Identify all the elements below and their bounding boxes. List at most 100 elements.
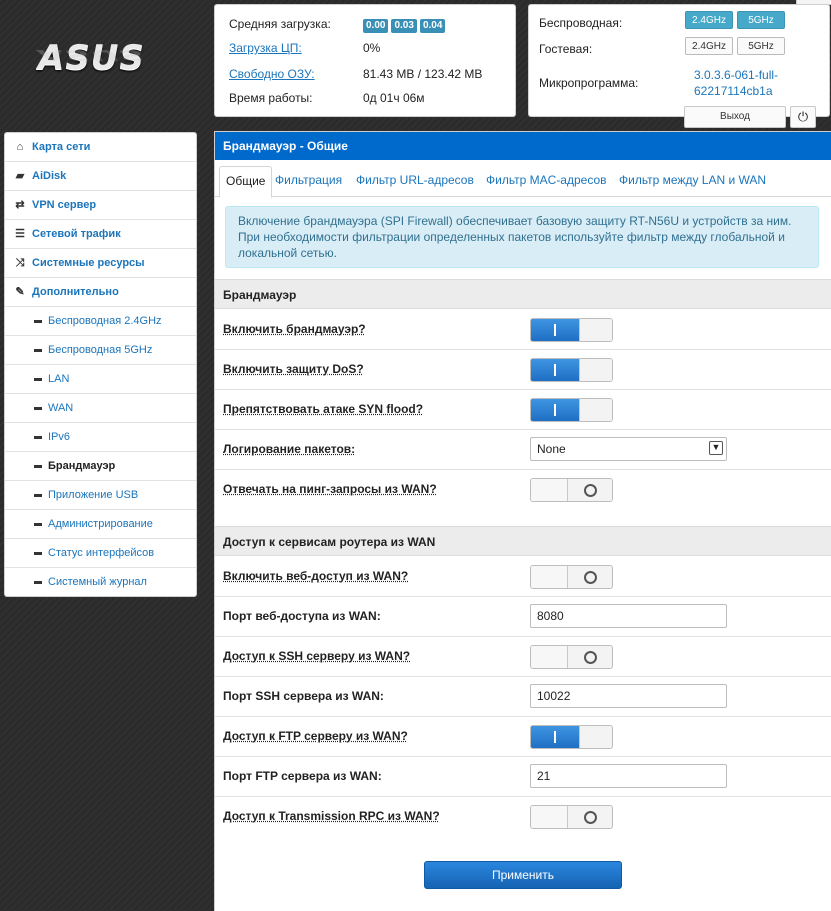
enable-firewall-toggle[interactable]	[530, 318, 613, 342]
shuffle-icon: ⤨	[15, 257, 25, 269]
guest-24ghz-button[interactable]: 2.4GHz	[685, 37, 733, 55]
sidebar-subitem-iface-status[interactable]: Статус интерфейсов	[5, 539, 196, 568]
free-ram-link[interactable]: Свободно ОЗУ:	[229, 63, 349, 85]
sidebar-subitem-wan[interactable]: WAN	[5, 394, 196, 423]
web-access-toggle[interactable]	[530, 565, 613, 589]
tab-lan-wan-filter[interactable]: Фильтр между LAN и WAN	[619, 166, 766, 195]
ftp-access-toggle[interactable]	[530, 725, 613, 749]
tab-bar: Общие Фильтрация Фильтр URL-адресов Филь…	[215, 160, 831, 198]
free-ram-value: 81.43 MB / 123.42 MB	[363, 67, 483, 81]
power-icon[interactable]: ⏻	[790, 106, 816, 128]
sidebar-subitem-wireless-24[interactable]: Беспроводная 2.4GHz	[5, 307, 196, 336]
ssh-access-label: Доступ к SSH серверу из WAN?	[223, 649, 411, 663]
sidebar-item-label: Карта сети	[32, 141, 91, 153]
row-syn-flood: Препятствовать атаке SYN flood?	[215, 390, 831, 430]
ping-wan-toggle[interactable]	[530, 478, 613, 502]
vpn-icon: ⇄	[15, 199, 25, 211]
sidebar-item-label: LAN	[48, 373, 70, 385]
sidebar-menu: ⌂ Карта сети ▰ AiDisk ⇄ VPN сервер ☰ Сет…	[4, 132, 197, 597]
sidebar-item-label: Приложение USB	[48, 489, 139, 501]
sidebar-item-vpn-server[interactable]: ⇄ VPN сервер	[5, 191, 196, 220]
load-badge-5: 0.03	[391, 19, 417, 33]
row-web-port: Порт веб-доступа из WAN:	[215, 597, 831, 637]
apply-button[interactable]: Применить	[424, 861, 622, 889]
logo-reflection: ASUS	[38, 46, 145, 64]
uptime-value: 0д 01ч 06м	[363, 91, 425, 105]
cpu-load-link[interactable]: Загрузка ЦП:	[229, 37, 349, 59]
info-alert: Включение брандмауэра (SPI Firewall) обе…	[225, 206, 819, 268]
row-ping-wan: Отвечать на пинг-запросы из WAN?	[215, 470, 831, 510]
dash-icon	[31, 539, 45, 567]
row-ssh-access: Доступ к SSH серверу из WAN?	[215, 637, 831, 677]
section-services-title: Доступ к сервисам роутера из WAN	[215, 526, 831, 556]
sidebar-subitem-usb[interactable]: Приложение USB	[5, 481, 196, 510]
row-enable-firewall: Включить брандмауэр?	[215, 310, 831, 350]
sidebar-item-label: Беспроводная 5GHz	[48, 344, 153, 356]
wireless-label: Беспроводная:	[539, 16, 623, 30]
transmission-access-toggle[interactable]	[530, 805, 613, 829]
firmware-link[interactable]: 3.0.3.6-061-full-62217114cb1a	[694, 67, 814, 99]
web-port-label: Порт веб-доступа из WAN:	[223, 609, 381, 623]
sidebar-subitem-wireless-5[interactable]: Беспроводная 5GHz	[5, 336, 196, 365]
ftp-access-label: Доступ к FTP серверу из WAN?	[223, 729, 408, 743]
tab-general[interactable]: Общие	[219, 166, 273, 198]
dash-icon	[31, 481, 45, 509]
avg-load-values: 0.00 0.03 0.04	[363, 13, 448, 35]
sidebar-item-label: IPv6	[48, 431, 71, 443]
sidebar-subitem-syslog[interactable]: Системный журнал	[5, 568, 196, 596]
sidebar-item-label: Системные ресурсы	[32, 257, 145, 269]
sidebar-item-aidisk[interactable]: ▰ AiDisk	[5, 162, 196, 191]
web-access-label: Включить веб-доступ из WAN?	[223, 569, 409, 583]
packet-logging-select[interactable]: None ▼	[530, 437, 727, 461]
syn-flood-label: Препятствовать атаке SYN flood?	[223, 402, 424, 416]
sidebar-subitem-lan[interactable]: LAN	[5, 365, 196, 394]
tab-url-filter[interactable]: Фильтр URL-адресов	[356, 166, 474, 195]
sidebar-item-system-resources[interactable]: ⤨ Системные ресурсы	[5, 249, 196, 278]
wrench-icon: ✎	[15, 286, 25, 298]
web-port-input[interactable]	[530, 604, 727, 628]
ftp-port-input[interactable]	[530, 764, 727, 788]
page-title: Брандмауэр - Общие	[215, 132, 831, 160]
sidebar-item-label: VPN сервер	[32, 199, 97, 211]
sidebar-subitem-ipv6[interactable]: IPv6	[5, 423, 196, 452]
ssh-access-toggle[interactable]	[530, 645, 613, 669]
syn-flood-toggle[interactable]	[530, 398, 613, 422]
enable-firewall-label: Включить брандмауэр?	[223, 322, 366, 336]
tab-filtering[interactable]: Фильтрация	[275, 166, 342, 195]
guest-5ghz-button[interactable]: 5GHz	[737, 37, 785, 55]
sidebar-item-network-map[interactable]: ⌂ Карта сети	[5, 133, 196, 162]
sidebar-item-traffic[interactable]: ☰ Сетевой трафик	[5, 220, 196, 249]
sidebar-item-advanced[interactable]: ✎ Дополнительно	[5, 278, 196, 307]
sidebar-item-label: Беспроводная 2.4GHz	[48, 315, 162, 327]
chevron-down-icon: ▼	[709, 441, 723, 455]
disk-icon: ▰	[15, 170, 25, 182]
enable-dos-label: Включить защиту DoS?	[223, 362, 364, 376]
tab-mac-filter[interactable]: Фильтр MAC-адресов	[486, 166, 607, 195]
sidebar-subitem-admin[interactable]: Администрирование	[5, 510, 196, 539]
sidebar-item-label: AiDisk	[32, 170, 67, 182]
sidebar-item-label: Системный журнал	[48, 576, 147, 588]
dash-icon	[31, 510, 45, 538]
sidebar-item-label: Статус интерфейсов	[48, 547, 155, 559]
wireless-24ghz-button[interactable]: 2.4GHz	[685, 11, 733, 29]
dash-icon	[31, 336, 45, 364]
sidebar-item-label: Дополнительно	[32, 286, 119, 298]
wireless-status-panel: Беспроводная: 2.4GHz 5GHz Гостевая: 2.4G…	[528, 4, 830, 117]
sidebar-subitem-firewall[interactable]: Брандмауэр	[5, 452, 196, 481]
ftp-port-label: Порт FTP сервера из WAN:	[223, 769, 382, 783]
sidebar-item-label: Сетевой трафик	[32, 228, 121, 240]
logout-button[interactable]: Выход	[684, 106, 786, 128]
transmission-access-label: Доступ к Transmission RPC из WAN?	[223, 809, 440, 823]
row-web-access: Включить веб-доступ из WAN?	[215, 557, 831, 597]
wireless-5ghz-button[interactable]: 5GHz	[737, 11, 785, 29]
traffic-icon: ☰	[15, 228, 25, 240]
ssh-port-input[interactable]	[530, 684, 727, 708]
sidebar-item-label: Администрирование	[48, 518, 153, 530]
system-status-panel: Средняя загрузка: 0.00 0.03 0.04 Загрузка …	[214, 4, 516, 117]
dash-icon	[31, 365, 45, 393]
row-transmission-access: Доступ к Transmission RPC из WAN?	[215, 797, 831, 837]
dash-icon	[31, 423, 45, 451]
enable-dos-toggle[interactable]	[530, 358, 613, 382]
load-badge-15: 0.04	[419, 19, 446, 33]
packet-logging-label: Логирование пакетов:	[223, 442, 356, 456]
